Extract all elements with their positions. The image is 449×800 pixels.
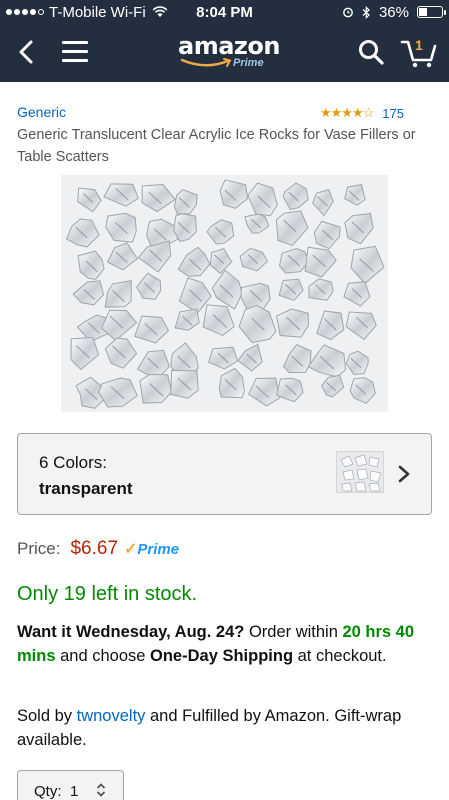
chevron-right-icon bbox=[398, 465, 410, 483]
product-title: Generic Translucent Clear Acrylic Ice Ro… bbox=[17, 127, 416, 165]
status-bar: T-Mobile Wi-Fi 8:04 PM 36% bbox=[0, 0, 449, 24]
price-value: $6.67 bbox=[70, 538, 119, 559]
brand-link[interactable]: Generic bbox=[17, 104, 66, 120]
search-icon[interactable] bbox=[357, 38, 385, 66]
review-count-link[interactable]: 175 bbox=[382, 106, 404, 121]
quantity-label: Qty: bbox=[34, 783, 62, 800]
menu-icon[interactable] bbox=[62, 41, 88, 63]
bluetooth-icon bbox=[362, 5, 370, 19]
back-icon[interactable] bbox=[14, 37, 40, 67]
price-label: Price: bbox=[17, 539, 61, 558]
delivery-text-1: Order within bbox=[244, 623, 343, 641]
product-image[interactable] bbox=[61, 175, 388, 412]
amazon-prime-logo[interactable]: amazon Prime bbox=[178, 32, 280, 76]
rating[interactable]: ★★★★☆ 175 bbox=[320, 105, 404, 121]
quantity-value: 1 bbox=[70, 783, 79, 800]
seller-prefix: Sold by bbox=[17, 707, 77, 725]
delivery-text-3: at checkout. bbox=[293, 647, 387, 665]
variation-thumbnail bbox=[336, 451, 384, 493]
delivery-message: Want it Wednesday, Aug. 24? Order within… bbox=[17, 620, 432, 668]
seller-link[interactable]: twnovelty bbox=[77, 707, 146, 725]
battery-percent: 36% bbox=[378, 3, 409, 21]
delivery-text-2: and choose bbox=[55, 647, 151, 665]
prime-check-icon: ✓ bbox=[124, 541, 138, 558]
stepper-arrows-icon bbox=[96, 783, 106, 797]
shipping-option: One-Day Shipping bbox=[150, 647, 294, 665]
price-row: Price: $6.67 ✓ Prime bbox=[17, 538, 179, 560]
prime-badge: ✓ Prime bbox=[124, 539, 179, 559]
logo-text: amazon bbox=[178, 32, 280, 60]
logo-prime-text: Prime bbox=[233, 57, 264, 69]
quantity-selector[interactable]: Qty: 1 bbox=[17, 770, 124, 800]
stock-status: Only 19 left in stock. bbox=[17, 583, 198, 605]
rating-stars: ★★★★☆ bbox=[320, 105, 374, 120]
signal-strength-icon bbox=[6, 9, 44, 15]
prime-text: Prime bbox=[137, 541, 180, 558]
variation-label: 6 Colors: bbox=[39, 453, 108, 472]
variation-value: transparent bbox=[39, 479, 133, 498]
cart-button[interactable]: 1 bbox=[400, 36, 438, 68]
carrier-name: T-Mobile Wi-Fi bbox=[49, 3, 146, 21]
color-variation-selector[interactable]: 6 Colors: transparent bbox=[17, 433, 432, 515]
wifi-icon bbox=[152, 6, 168, 17]
cart-count: 1 bbox=[415, 37, 423, 53]
ice-rocks-image bbox=[61, 175, 388, 412]
alarm-icon bbox=[343, 7, 353, 18]
smile-icon bbox=[180, 58, 232, 67]
seller-info: Sold by twnovelty and Fulfilled by Amazo… bbox=[17, 704, 432, 752]
nav-bar: amazon Prime 1 bbox=[0, 24, 449, 82]
delivery-date: Want it Wednesday, Aug. 24? bbox=[17, 623, 245, 641]
battery-icon bbox=[417, 6, 446, 18]
